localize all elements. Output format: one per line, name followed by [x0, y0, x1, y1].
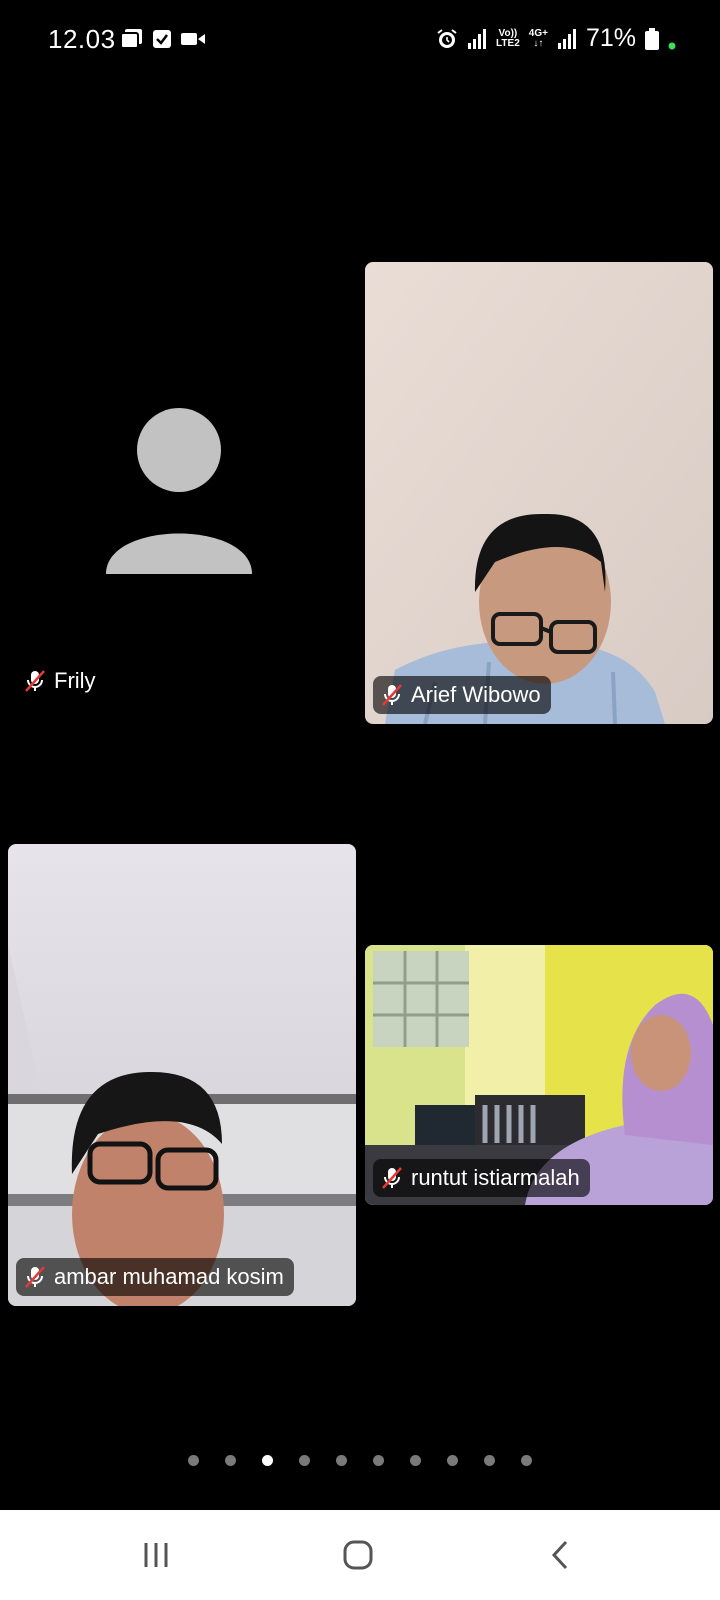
home-icon	[343, 1540, 373, 1570]
status-bar: 12.03 Vo)) LTE2 4G+ ↓↑ 71%	[0, 0, 720, 80]
participant-name-tag: Frily	[16, 662, 106, 700]
participant-name: ambar muhamad kosim	[54, 1264, 284, 1289]
page-dot[interactable]	[410, 1455, 421, 1466]
participant-name-tag: runtut istiarmalah	[373, 1159, 590, 1197]
checkbox-icon	[153, 30, 171, 48]
page-dot[interactable]	[225, 1455, 236, 1466]
clock: 12.03	[48, 24, 116, 54]
mic-muted-icon	[382, 1167, 402, 1189]
mic-muted-icon	[382, 684, 402, 706]
page-dot[interactable]	[447, 1455, 458, 1466]
back-icon	[551, 1540, 568, 1570]
page-dot[interactable]	[188, 1455, 199, 1466]
page-indicator	[0, 1455, 720, 1466]
recent-apps-icon	[144, 1543, 168, 1567]
system-icons: Vo)) LTE2 4G+ ↓↑ 71%	[436, 24, 676, 53]
video-feed	[365, 262, 713, 724]
participant-tile-runtut-istiarmalah[interactable]: runtut istiarmalah	[365, 945, 713, 1205]
participant-name: runtut istiarmalah	[411, 1165, 580, 1190]
volte-indicator: Vo)) LTE2	[496, 27, 520, 49]
alarm-icon	[437, 28, 457, 48]
video-feed	[8, 844, 356, 1306]
participant-name-tag: ambar muhamad kosim	[16, 1258, 294, 1296]
battery-icon	[645, 27, 659, 50]
network-type-indicator: 4G+ ↓↑	[528, 27, 548, 49]
home-button[interactable]	[328, 1532, 388, 1578]
recent-apps-button[interactable]	[126, 1532, 186, 1578]
navigation-bar	[0, 1510, 720, 1600]
page-dot[interactable]	[299, 1455, 310, 1466]
signal-icon	[468, 28, 487, 49]
participant-name: Frily	[54, 668, 96, 693]
participant-tile-arief-wibowo[interactable]: Arief Wibowo	[365, 262, 713, 724]
mic-muted-icon	[25, 1266, 45, 1288]
page-dot[interactable]	[373, 1455, 384, 1466]
participant-tile-frily[interactable]: Frily	[8, 262, 348, 724]
signal-icon	[557, 28, 576, 49]
gallery-icon	[120, 29, 142, 49]
participant-tile-ambar-muhamad-kosim[interactable]: ambar muhamad kosim	[8, 844, 356, 1306]
participant-name: Arief Wibowo	[411, 682, 541, 707]
page-dot-active[interactable]	[262, 1455, 273, 1466]
video-camera-icon	[181, 33, 205, 45]
mic-muted-icon	[25, 670, 45, 692]
avatar-placeholder-icon	[106, 408, 252, 574]
page-dot[interactable]	[521, 1455, 532, 1466]
page-dot[interactable]	[336, 1455, 347, 1466]
participant-name-tag: Arief Wibowo	[373, 676, 551, 714]
page-dot[interactable]	[484, 1455, 495, 1466]
battery-percentage: 71%	[585, 24, 636, 52]
active-dot-icon	[668, 42, 676, 49]
notification-icons	[120, 28, 206, 50]
back-button[interactable]	[530, 1532, 590, 1578]
